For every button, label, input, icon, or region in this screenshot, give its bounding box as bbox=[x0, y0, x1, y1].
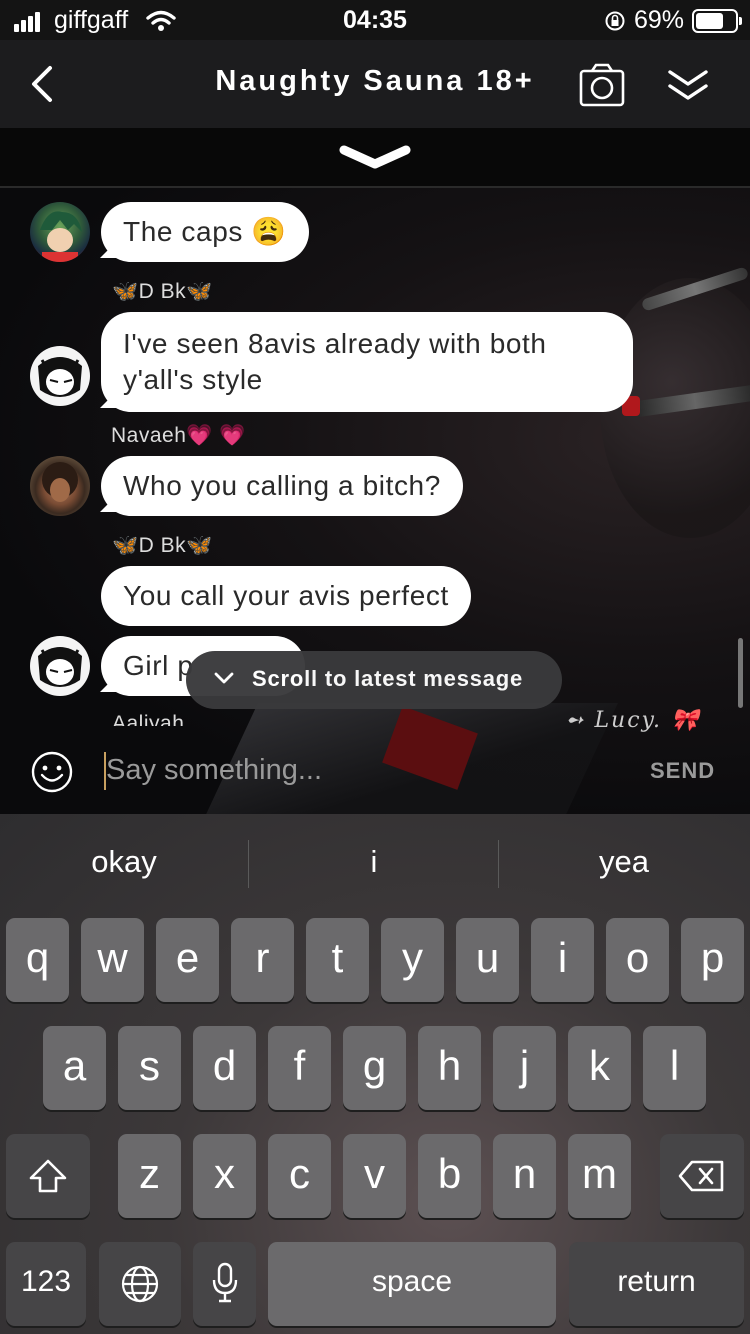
chevron-down-icon[interactable] bbox=[338, 138, 412, 174]
rotation-lock-icon bbox=[605, 11, 625, 31]
backspace-key[interactable] bbox=[660, 1134, 744, 1218]
back-icon[interactable] bbox=[22, 60, 62, 108]
message-input-bar: SEND bbox=[0, 738, 750, 814]
dictation-key[interactable] bbox=[193, 1242, 256, 1326]
heart-icon: 💗 bbox=[186, 424, 214, 447]
shift-key[interactable] bbox=[6, 1134, 90, 1218]
double-chevron-down-icon[interactable] bbox=[664, 66, 712, 106]
scrollbar[interactable] bbox=[738, 638, 743, 708]
emoji-icon[interactable] bbox=[30, 750, 74, 794]
suggestion-divider bbox=[498, 840, 499, 888]
globe-icon bbox=[121, 1265, 159, 1303]
battery-percent: 69% bbox=[634, 6, 685, 34]
key-m[interactable]: m bbox=[568, 1134, 631, 1218]
key-c[interactable]: c bbox=[268, 1134, 331, 1218]
suggestion[interactable]: i bbox=[250, 844, 498, 880]
message-sender: Aaliyah bbox=[112, 712, 185, 726]
key-h[interactable]: h bbox=[418, 1026, 481, 1110]
message-text: Who you calling a bitch? bbox=[123, 470, 441, 501]
message-sender[interactable]: 🦋D Bk🦋 bbox=[112, 280, 213, 304]
chat-header: Naughty Sauna 18+ bbox=[0, 40, 750, 128]
suggestion[interactable]: yea bbox=[500, 844, 748, 880]
message-input[interactable] bbox=[104, 750, 626, 790]
collapse-panel-bar[interactable] bbox=[0, 128, 750, 188]
key-u[interactable]: u bbox=[456, 918, 519, 1002]
key-g[interactable]: g bbox=[343, 1026, 406, 1110]
key-p[interactable]: p bbox=[681, 918, 744, 1002]
keyboard: okay i yea q w e r t y u i o p a s d f g… bbox=[0, 814, 750, 1334]
heart-icon: 💗 bbox=[219, 424, 247, 447]
key-x[interactable]: x bbox=[193, 1134, 256, 1218]
camera-icon[interactable] bbox=[578, 62, 626, 110]
key-o[interactable]: o bbox=[606, 918, 669, 1002]
butterfly-icon: 🦋 bbox=[186, 534, 213, 557]
key-f[interactable]: f bbox=[268, 1026, 331, 1110]
avatar-image bbox=[40, 211, 82, 262]
globe-key[interactable] bbox=[99, 1242, 181, 1326]
avatar[interactable] bbox=[30, 456, 90, 516]
avatar-image bbox=[38, 357, 82, 397]
key-r[interactable]: r bbox=[231, 918, 294, 1002]
key-i[interactable]: i bbox=[531, 918, 594, 1002]
key-z[interactable]: z bbox=[118, 1134, 181, 1218]
avatar[interactable] bbox=[30, 346, 90, 406]
battery-icon bbox=[692, 9, 742, 33]
message-text: y'all's style bbox=[123, 364, 263, 395]
key-b[interactable]: b bbox=[418, 1134, 481, 1218]
message-text: I've seen 8avis already with both bbox=[123, 328, 547, 359]
key-l[interactable]: l bbox=[643, 1026, 706, 1110]
message-text: Girl p bbox=[123, 650, 194, 681]
message-bubble[interactable]: The caps 😩 bbox=[100, 202, 309, 262]
scroll-to-latest-button[interactable]: Scroll to latest message bbox=[186, 651, 562, 709]
numbers-key[interactable]: 123 bbox=[6, 1242, 86, 1326]
key-y[interactable]: y bbox=[381, 918, 444, 1002]
chevron-down-icon bbox=[214, 672, 234, 684]
key-j[interactable]: j bbox=[493, 1026, 556, 1110]
suggestion-divider bbox=[248, 840, 249, 888]
watermark: ➻ Lucy. 🎀 bbox=[565, 708, 701, 733]
avatar[interactable] bbox=[30, 636, 90, 696]
message-bubble[interactable]: Who you calling a bitch? bbox=[100, 456, 463, 516]
suggestion[interactable]: okay bbox=[0, 844, 248, 880]
scroll-to-latest-label: Scroll to latest message bbox=[252, 666, 524, 691]
key-s[interactable]: s bbox=[118, 1026, 181, 1110]
key-a[interactable]: a bbox=[43, 1026, 106, 1110]
message-text: You call your avis perfect bbox=[123, 580, 449, 611]
shift-icon bbox=[29, 1159, 67, 1193]
key-e[interactable]: e bbox=[156, 918, 219, 1002]
message-bubble[interactable]: You call your avis perfect bbox=[101, 566, 471, 626]
key-d[interactable]: d bbox=[193, 1026, 256, 1110]
butterfly-icon: 🦋 bbox=[112, 280, 139, 303]
key-w[interactable]: w bbox=[81, 918, 144, 1002]
backspace-icon bbox=[678, 1160, 724, 1192]
avatar-image bbox=[42, 462, 78, 502]
chat-title: Naughty Sauna 18+ bbox=[215, 65, 535, 97]
key-k[interactable]: k bbox=[568, 1026, 631, 1110]
butterfly-icon: 🦋 bbox=[186, 280, 213, 303]
message-text: The caps 😩 bbox=[123, 216, 287, 247]
message-sender[interactable]: 🦋D Bk🦋 bbox=[112, 534, 213, 558]
microphone-icon bbox=[212, 1262, 237, 1303]
send-button[interactable]: SEND bbox=[650, 758, 715, 784]
key-t[interactable]: t bbox=[306, 918, 369, 1002]
key-n[interactable]: n bbox=[493, 1134, 556, 1218]
return-key[interactable]: return bbox=[569, 1242, 744, 1326]
avatar-image bbox=[38, 647, 82, 687]
space-key[interactable]: space bbox=[268, 1242, 556, 1326]
message-sender[interactable]: Navaeh💗 💗 bbox=[111, 424, 246, 448]
message-bubble[interactable]: I've seen 8avis already with both y'all'… bbox=[100, 312, 633, 412]
key-v[interactable]: v bbox=[343, 1134, 406, 1218]
key-q[interactable]: q bbox=[6, 918, 69, 1002]
status-bar: giffgaff 04:35 69% bbox=[0, 0, 750, 40]
avatar[interactable] bbox=[30, 202, 90, 262]
butterfly-icon: 🦋 bbox=[112, 534, 139, 557]
